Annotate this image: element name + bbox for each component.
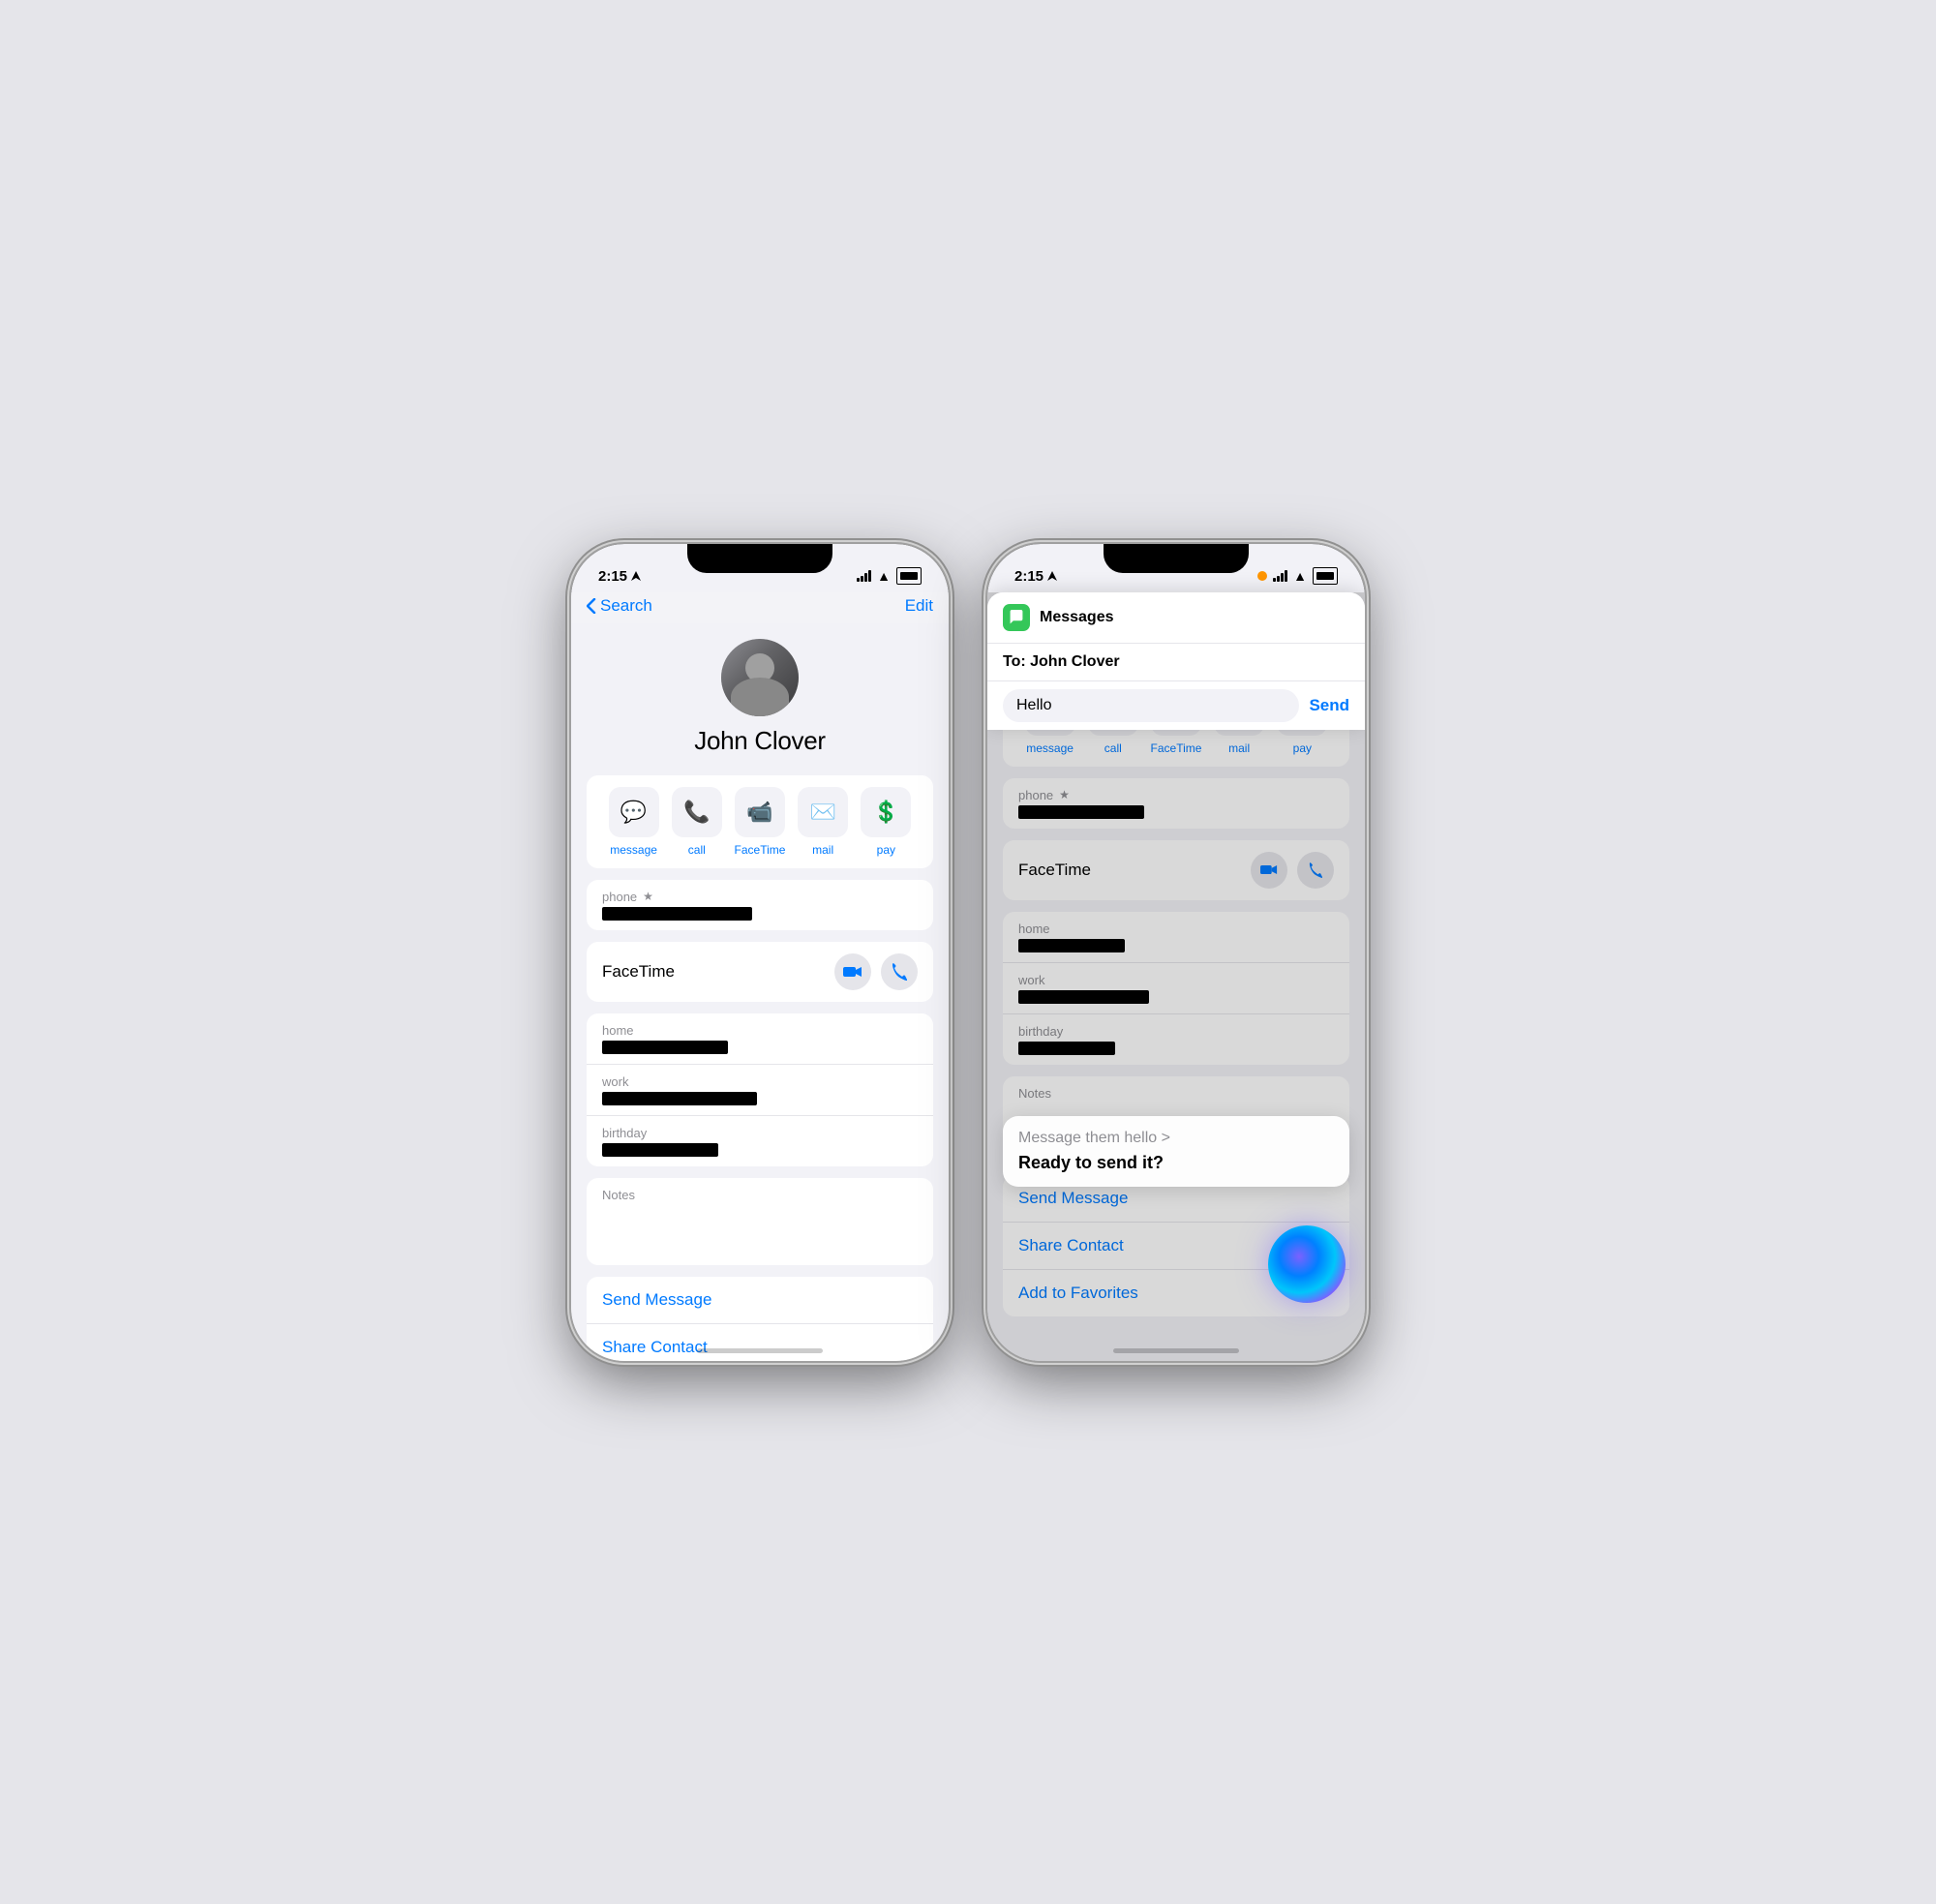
facetime-button[interactable]: 📹 FaceTime [731, 787, 789, 857]
facetime-row[interactable]: FaceTime [587, 942, 933, 1002]
work-value-redacted [602, 1092, 757, 1105]
notes-label: Notes [602, 1188, 918, 1202]
birthday-row[interactable]: birthday [587, 1116, 933, 1166]
phone-section-right: phone ★ [1003, 778, 1349, 829]
contact-header: John Clover [571, 623, 949, 775]
siri-orb[interactable] [1268, 1225, 1346, 1303]
facetime-audio-btn[interactable] [881, 953, 918, 990]
battery-icon [896, 567, 922, 585]
message-to-text: To: John Clover [1003, 653, 1120, 670]
facetime-section: FaceTime [587, 942, 933, 1002]
home-indicator-right [1113, 1348, 1239, 1353]
message-input-field[interactable]: Hello [1003, 689, 1299, 722]
chevron-left-icon [587, 598, 596, 614]
send-message-link[interactable]: Send Message [587, 1277, 933, 1324]
back-button-left[interactable]: Search [587, 596, 652, 616]
messages-title: Messages [1040, 609, 1114, 626]
phone-icon [892, 962, 907, 982]
right-phone-screen: 2:15 ▲ [987, 544, 1365, 1361]
ft-audio-right[interactable] [1297, 852, 1334, 889]
right-phone: 2:15 ▲ [987, 544, 1365, 1361]
video-icon-right [1260, 863, 1278, 876]
location-arrow-icon [631, 571, 641, 581]
home-indicator [697, 1348, 823, 1353]
nav-bar-left: Search Edit [571, 592, 949, 623]
notch-right [1104, 544, 1249, 573]
message-bubble-icon [1009, 610, 1024, 625]
status-time-right: 2:15 [1014, 568, 1057, 585]
home-value-redacted [602, 1041, 728, 1054]
status-icons-left: ▲ [857, 567, 922, 585]
siri-suggestion-card: Message them hello > Ready to send it? [1003, 1116, 1349, 1187]
messages-app-icon [1003, 604, 1030, 631]
left-phone-screen: 2:15 ▲ [571, 544, 949, 1361]
wifi-icon: ▲ [877, 568, 891, 584]
siri-ready-text: Ready to send it? [1018, 1153, 1334, 1173]
message-button[interactable]: 💬 message [605, 787, 663, 857]
facetime-video-btn[interactable] [834, 953, 871, 990]
star-icon: ★ [643, 890, 653, 903]
home-row[interactable]: home [587, 1013, 933, 1065]
email-section: home work birthday [587, 1013, 933, 1166]
location-arrow-icon-right [1047, 571, 1057, 581]
send-button[interactable]: Send [1309, 696, 1349, 715]
avatar-image [721, 639, 799, 716]
avatar [721, 639, 799, 716]
call-button[interactable]: 📞 call [668, 787, 726, 857]
mail-button[interactable]: ✉️ mail [794, 787, 852, 857]
signal-icon [857, 570, 871, 582]
phone-section: phone ★ [587, 880, 933, 930]
status-icons-right: ▲ [1257, 567, 1338, 585]
facetime-section-right: FaceTime [1003, 840, 1349, 900]
pay-button[interactable]: 💲 pay [857, 787, 915, 857]
status-time-left: 2:15 [598, 568, 641, 585]
action-buttons-row: 💬 message 📞 call 📹 FaceTime [587, 775, 933, 868]
notes-section: Notes [587, 1178, 933, 1265]
battery-icon-right [1313, 567, 1338, 585]
message-to-row: To: John Clover [987, 644, 1365, 681]
info-section-right: home work birthday [1003, 912, 1349, 1065]
message-compose-sheet: Messages To: John Clover Hello Send [987, 592, 1365, 730]
ft-video-right[interactable] [1251, 852, 1287, 889]
message-them-suggestion: Message them hello > [1018, 1130, 1170, 1147]
phone-icon-right [1309, 861, 1322, 879]
birthday-value-redacted [602, 1143, 718, 1157]
phone-value-redacted [602, 907, 752, 921]
left-phone: 2:15 ▲ [571, 544, 949, 1361]
wifi-icon-right: ▲ [1293, 568, 1307, 584]
message-sheet-header: Messages [987, 592, 1365, 644]
orange-dot-indicator [1257, 571, 1267, 581]
notch [687, 544, 832, 573]
message-input-row: Hello Send [987, 681, 1365, 730]
phone-row[interactable]: phone ★ [587, 880, 933, 930]
edit-button[interactable]: Edit [905, 596, 933, 616]
left-scroll-content[interactable]: Search Edit John Clover 💬 [571, 592, 949, 1361]
share-contact-link[interactable]: Share Contact [587, 1324, 933, 1361]
signal-icon-right [1273, 570, 1287, 582]
contact-name: John Clover [694, 726, 825, 756]
video-icon [843, 965, 862, 979]
work-row[interactable]: work [587, 1065, 933, 1116]
